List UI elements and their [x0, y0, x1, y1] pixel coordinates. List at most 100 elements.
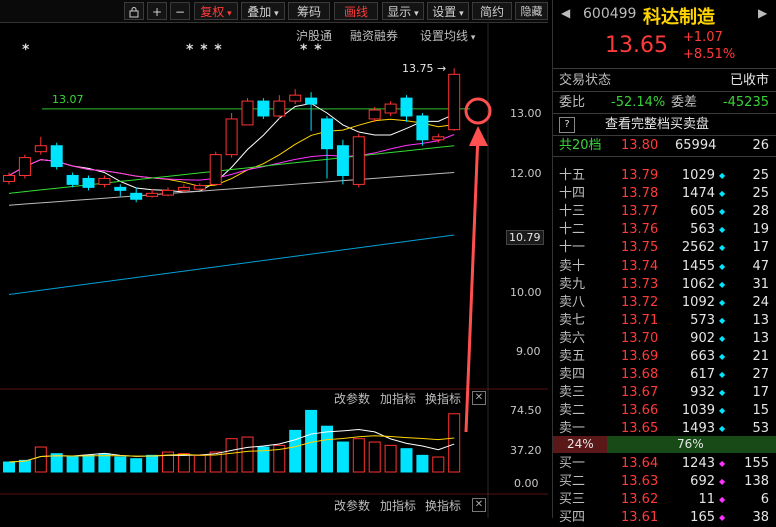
sell-level-row[interactable]: 卖十 13.74 1455 ◆ 47 [553, 258, 776, 276]
sell-level-row[interactable]: 卖六 13.70 902 ◆ 13 [553, 330, 776, 348]
candle-body [66, 174, 79, 185]
sell-level-row[interactable]: 十四 13.78 1474 ◆ 25 [553, 185, 776, 203]
volume-bar [146, 454, 159, 473]
level-volume: 2562 [681, 240, 715, 256]
close-icon[interactable]: ✕ [472, 498, 486, 512]
level-label: 十二 [559, 222, 586, 238]
level-count: 15 [752, 403, 769, 419]
buy-sell-ratio-bar: 24% 76% [553, 436, 776, 453]
buy-ratio-label: 24% [567, 437, 594, 451]
level-marker-icon: ◆ [719, 388, 726, 398]
lock-icon[interactable] [124, 2, 144, 20]
level-price: 13.61 [621, 510, 659, 526]
annotation-circle [464, 97, 492, 125]
weicha-label: 委差 [671, 95, 698, 110]
xianshi-button[interactable]: 显示 ▾ [382, 2, 424, 20]
fuquan-button[interactable]: 复权 ▾ [194, 2, 238, 20]
volume-bar [193, 454, 206, 473]
buy-level-row[interactable]: 买四 13.61 165 ◆ 38 [553, 509, 776, 527]
candle-body [273, 100, 286, 117]
level-label: 卖八 [559, 294, 586, 310]
level-volume: 1455 [681, 258, 715, 274]
level-marker-icon: ◆ [719, 315, 726, 325]
jiazhibiao-button[interactable]: 加指标 [380, 390, 416, 407]
level-volume: 663 [690, 349, 715, 364]
jiazhibiao-button[interactable]: 加指标 [380, 497, 416, 514]
zoom-out-button[interactable]: − [170, 2, 190, 20]
level-volume: 165 [690, 510, 715, 526]
level-label: 卖四 [559, 367, 586, 383]
level-marker-icon: ◆ [719, 495, 726, 505]
rongzi-label[interactable]: 融资融券 [350, 27, 398, 44]
buy-level-row[interactable]: 买一 13.64 1243 ◆ 155 [553, 455, 776, 473]
price-axis-1000: 10.00 [510, 286, 542, 299]
huaxian-button[interactable]: 画线 [334, 2, 378, 20]
level-count: 47 [752, 258, 769, 274]
level-price: 13.74 [621, 258, 659, 274]
diejia-button[interactable]: 叠加 ▾ [241, 2, 285, 20]
full-book-row[interactable]: ? 查看完整档买卖盘 [553, 116, 776, 134]
sell-level-row[interactable]: 十五 13.79 1029 ◆ 25 [553, 167, 776, 185]
sell-level-row[interactable]: 卖八 13.72 1092 ◆ 24 [553, 294, 776, 312]
jianyue-button[interactable]: 简约 [472, 2, 512, 20]
help-icon[interactable]: ? [559, 117, 575, 133]
gaicanshu-button[interactable]: 改参数 [334, 497, 370, 514]
volume-bar [448, 413, 461, 473]
price-axis-900: 9.00 [516, 345, 541, 358]
yincang-button[interactable]: 隐藏 [515, 2, 548, 20]
chouma-button[interactable]: 筹码 [288, 2, 330, 20]
volume-bars [3, 409, 461, 473]
level-price: 13.76 [621, 222, 659, 238]
gaicanshu-button[interactable]: 改参数 [334, 390, 370, 407]
candle-body [384, 103, 397, 114]
buy-level-row[interactable]: 买二 13.63 692 ◆ 138 [553, 473, 776, 491]
level-count: 17 [752, 385, 769, 401]
ma120-line [8, 234, 455, 295]
sell-level-row[interactable]: 卖三 13.67 932 ◆ 17 [553, 384, 776, 402]
next-stock-icon[interactable]: ▶ [758, 6, 767, 20]
sell-level-row[interactable]: 卖七 13.71 573 ◆ 13 [553, 312, 776, 330]
level-price: 13.78 [621, 186, 659, 202]
level-price: 13.62 [621, 492, 659, 508]
huanzhibiao-button[interactable]: 换指标 [425, 390, 461, 407]
sell-level-row[interactable]: 十二 13.76 563 ◆ 19 [553, 221, 776, 239]
sell-level-row[interactable]: 卖五 13.69 663 ◆ 21 [553, 348, 776, 366]
level-marker-icon: ◆ [719, 477, 726, 487]
candle-body [193, 185, 206, 190]
sell-level-row[interactable]: 卖九 13.73 1062 ◆ 31 [553, 276, 776, 294]
sell-level-row[interactable]: 卖二 13.66 1039 ◆ 15 [553, 402, 776, 420]
stock-name: 科达制造 [643, 7, 715, 28]
level-count: 19 [752, 222, 769, 238]
close-icon[interactable]: ✕ [472, 391, 486, 405]
huanzhibiao-button[interactable]: 换指标 [425, 497, 461, 514]
level-price: 13.63 [621, 474, 659, 490]
zoom-in-button[interactable]: + [147, 2, 167, 20]
level-volume: 1039 [681, 403, 715, 419]
level-price: 13.66 [621, 403, 659, 419]
volume-bar [289, 429, 302, 473]
dropdown-icon: ▾ [271, 9, 279, 19]
prev-stock-icon[interactable]: ◀ [561, 6, 570, 20]
shezhi-junxian-button[interactable]: 设置均线 ▾ [420, 27, 475, 44]
volume-bar [18, 459, 31, 473]
stock-code: 600499 [583, 6, 637, 22]
price-axis-1079: 10.79 [506, 230, 544, 245]
sell-level-row[interactable]: 十一 13.75 2562 ◆ 17 [553, 239, 776, 257]
shezhi-button[interactable]: 设置 ▾ [427, 2, 469, 20]
level-price: 13.64 [621, 456, 659, 471]
candle-body [432, 136, 445, 141]
buy-level-row[interactable]: 买三 13.62 11 ◆ 6 [553, 491, 776, 509]
dropdown-icon: ▾ [456, 9, 464, 19]
sell-level-row[interactable]: 卖四 13.68 617 ◆ 27 [553, 366, 776, 384]
candle-body [416, 115, 429, 141]
level-marker-icon: ◆ [719, 225, 726, 235]
level-count: 155 [744, 456, 769, 471]
price-axis-1300: 13.00 [510, 107, 542, 120]
xianshi-label: 显示 [387, 5, 412, 19]
sell-level-row[interactable]: 十三 13.77 605 ◆ 28 [553, 203, 776, 221]
volume-bar [241, 436, 254, 473]
full-book-link[interactable]: 查看完整档买卖盘 [605, 116, 709, 134]
annotation-arrow-line [464, 133, 480, 433]
level-price: 13.75 [621, 240, 659, 256]
candle-body [162, 189, 174, 196]
